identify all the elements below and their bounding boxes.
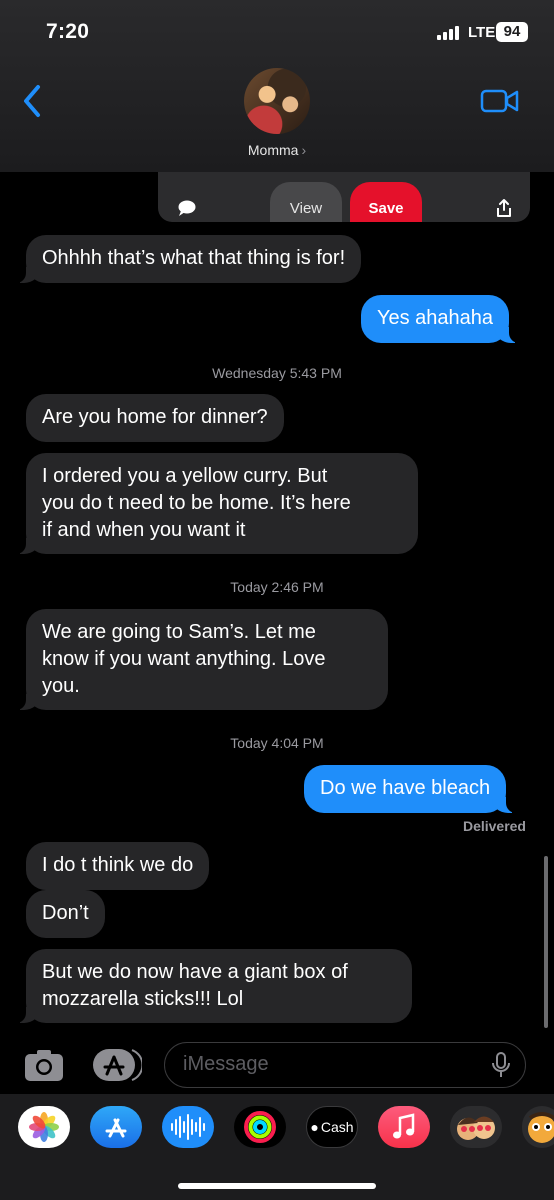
battery-indicator: 94 [496,22,528,42]
save-button[interactable]: Save [350,182,422,222]
network-type: LTE [468,24,496,41]
memoji-faces-icon [457,1116,495,1140]
app-store-a-icon [105,1118,127,1138]
music-app-icon[interactable] [378,1106,430,1148]
timestamp: Today 2:46 PM [0,579,554,595]
view-button[interactable]: View [270,182,342,222]
incoming-message[interactable]: I do t think we do [26,842,210,890]
speech-bubble-icon[interactable] [178,200,196,216]
photos-flower-icon [29,1112,59,1142]
incoming-message[interactable]: Don’t [26,890,105,938]
timestamp-day: Today [230,579,268,595]
dictation-button[interactable] [490,1052,512,1078]
timestamp-day: Wednesday [212,365,286,381]
timestamp: Today 4:04 PM [0,735,554,751]
outgoing-message[interactable]: Yes ahahaha [361,295,520,343]
timestamp-day: Today [230,735,268,751]
share-icon[interactable] [494,198,514,218]
video-camera-icon [480,89,519,113]
animoji-face-icon [528,1112,554,1143]
memoji-stickers-app-icon[interactable] [450,1106,502,1148]
camera-icon [25,1050,63,1081]
apple-cash-app-icon[interactable]: ● Cash [306,1106,358,1148]
incoming-message[interactable]: But we do now have a giant box of mozzar… [16,949,412,1023]
audio-message-app-icon[interactable] [162,1106,214,1148]
photos-app-icon[interactable] [18,1106,70,1148]
incoming-message[interactable]: I ordered you a yellow curry. But you do… [16,453,418,554]
fitness-app-icon[interactable] [234,1106,286,1148]
cellular-signal-icon [437,26,461,40]
camera-button[interactable] [24,1048,64,1082]
apple-logo-icon: ● [310,1119,319,1135]
apple-cash-label: Cash [320,1119,354,1135]
timestamp-time: 2:46 PM [271,579,324,595]
incoming-message[interactable]: We are going to Sam’s. Let me know if yo… [16,609,388,710]
scrollbar[interactable] [544,856,548,1028]
message-input[interactable]: iMessage [164,1042,526,1088]
timestamp-time: 5:43 PM [289,365,342,381]
chevron-left-icon [24,85,40,117]
animoji-app-icon[interactable] [522,1106,554,1148]
status-time: 7:20 [46,20,90,43]
incoming-message[interactable]: Ohhhh that’s what that thing is for! [15,235,362,283]
music-note-icon [393,1113,415,1139]
attachment-card: View Save [158,172,530,222]
outgoing-message[interactable]: Do we have bleach [304,765,517,813]
apps-icon [93,1049,144,1081]
app-store-app-icon[interactable] [90,1106,142,1148]
contact-name: Momma [247,142,299,158]
back-button[interactable] [20,82,48,120]
contact-name-button[interactable]: Momma › [0,142,554,158]
chevron-right-icon: › [301,142,307,158]
incoming-message[interactable]: Are you home for dinner? [26,394,284,442]
conversation-header: 7:20 LTE 94 Momma › [0,0,554,172]
home-indicator[interactable] [178,1183,376,1189]
delivered-status: Delivered [462,818,526,834]
timestamp: Wednesday 5:43 PM [0,365,554,381]
timestamp-time: 4:04 PM [271,735,324,751]
facetime-video-button[interactable] [480,86,520,116]
contact-avatar[interactable] [244,68,310,134]
app-store-apps-button[interactable] [92,1048,144,1082]
activity-rings-icon [244,1111,276,1143]
microphone-icon [492,1052,510,1077]
waveform-icon [171,1114,205,1140]
